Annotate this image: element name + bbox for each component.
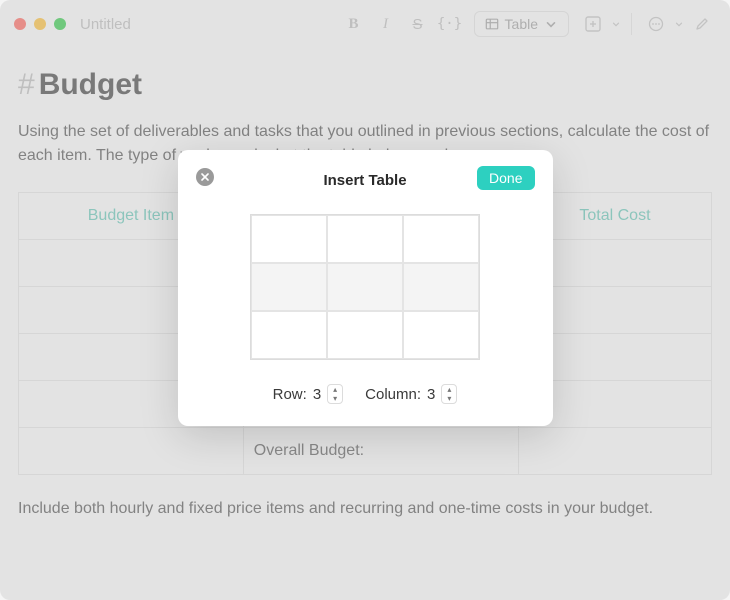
column-label: Column: [365,386,421,403]
modal-title: Insert Table [323,172,406,189]
preview-cell[interactable] [403,311,479,359]
preview-cell[interactable] [403,263,479,311]
chevron-down-icon: ▾ [447,394,451,403]
table-size-preview[interactable] [250,214,480,360]
row-control: Row: 3 ▴ ▾ [273,384,344,404]
preview-cell[interactable] [327,311,403,359]
chevron-up-icon: ▴ [447,385,451,394]
insert-table-modal: Insert Table Done Row: 3 ▴ [178,150,553,426]
preview-cell[interactable] [251,215,327,263]
preview-cell[interactable] [403,215,479,263]
preview-cell[interactable] [251,263,327,311]
chevron-down-icon: ▾ [333,394,337,403]
preview-cell[interactable] [327,263,403,311]
size-controls: Row: 3 ▴ ▾ Column: 3 ▴ ▾ [196,384,535,404]
row-value: 3 [313,386,321,403]
chevron-up-icon: ▴ [333,385,337,394]
close-button[interactable] [196,168,214,186]
column-stepper[interactable]: ▴ ▾ [441,384,457,404]
preview-cell[interactable] [327,215,403,263]
modal-header: Insert Table Done [196,166,535,194]
editor-window: Untitled B I S {·} Table [0,0,730,600]
close-icon [201,173,209,181]
column-value: 3 [427,386,435,403]
preview-cell[interactable] [251,311,327,359]
done-button[interactable]: Done [477,166,534,190]
row-stepper[interactable]: ▴ ▾ [327,384,343,404]
modal-overlay[interactable]: Insert Table Done Row: 3 ▴ [0,0,730,600]
column-control: Column: 3 ▴ ▾ [365,384,457,404]
row-label: Row: [273,386,307,403]
